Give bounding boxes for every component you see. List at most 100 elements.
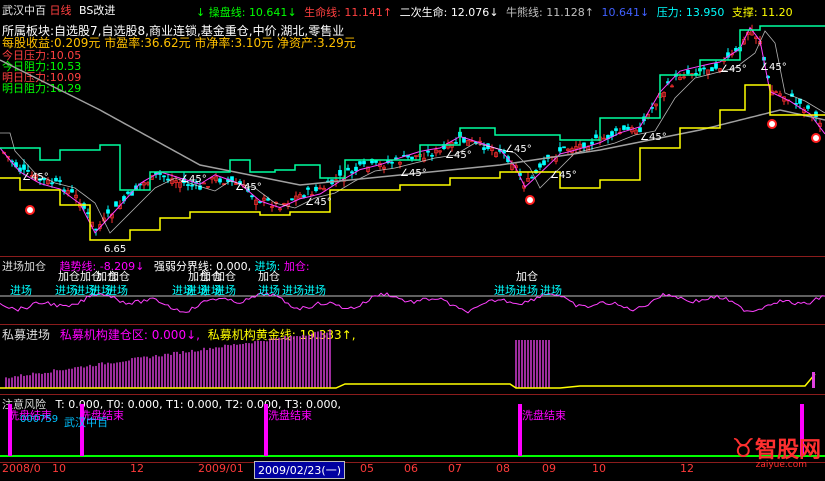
candle-body bbox=[622, 125, 626, 130]
candle-body bbox=[126, 191, 130, 194]
candle-body bbox=[710, 67, 714, 72]
candle-body bbox=[390, 161, 394, 164]
candle-body bbox=[22, 164, 26, 170]
angle-label: ∠45° bbox=[505, 144, 532, 155]
candle-body bbox=[542, 160, 546, 166]
bull-icon: ♉ bbox=[731, 434, 755, 464]
candle-body bbox=[358, 161, 362, 165]
time-tick: 05 bbox=[360, 462, 374, 475]
time-tick: 12 bbox=[130, 462, 144, 475]
time-tick: 10 bbox=[592, 462, 606, 475]
gold-line bbox=[0, 373, 816, 389]
angle-label: ∠45° bbox=[180, 174, 207, 185]
angle-label: ∠45° bbox=[640, 132, 667, 143]
add-position-signal: 加仓 bbox=[258, 269, 280, 283]
bull-bear-line bbox=[0, 59, 825, 186]
candle-body bbox=[354, 166, 358, 172]
candle-body bbox=[346, 167, 350, 171]
candle-body bbox=[106, 209, 110, 214]
candle-body bbox=[338, 170, 342, 176]
candle-body bbox=[562, 146, 566, 149]
risk-chart[interactable] bbox=[0, 394, 825, 462]
buy-signal-icon bbox=[27, 207, 33, 213]
angle-label: ∠45° bbox=[235, 182, 262, 193]
panel-separator bbox=[0, 256, 825, 257]
candle-body bbox=[306, 187, 310, 190]
candle-body bbox=[594, 134, 598, 139]
candle-body bbox=[454, 142, 458, 144]
brand-url: zaiyue.com bbox=[755, 460, 807, 470]
build-zone-bar bbox=[812, 372, 815, 388]
candle-body bbox=[410, 156, 414, 160]
candle-body bbox=[350, 171, 354, 174]
candle-body bbox=[614, 128, 618, 131]
candle-body bbox=[702, 67, 706, 70]
candle-body bbox=[806, 105, 810, 109]
candle-body bbox=[590, 141, 594, 145]
candle-body bbox=[714, 63, 718, 69]
enter-signal: 进场 bbox=[516, 283, 538, 297]
add-position-signal: 加仓 bbox=[214, 269, 236, 283]
enter-signal: 进场 bbox=[494, 283, 516, 297]
candle-body bbox=[70, 189, 74, 193]
candle-body bbox=[54, 177, 58, 182]
candle-body bbox=[190, 184, 194, 187]
selected-date[interactable]: 2009/02/23(一) bbox=[254, 461, 345, 479]
stock-code: 000759 bbox=[20, 414, 59, 425]
candle-body bbox=[482, 147, 486, 150]
candle-body bbox=[314, 186, 318, 192]
time-tick: 07 bbox=[448, 462, 462, 475]
candle-body bbox=[538, 163, 542, 168]
washout-signal-4: 洗盘结束 bbox=[522, 409, 566, 422]
add-position-signal: 加仓 bbox=[58, 269, 80, 283]
candle-body bbox=[166, 178, 170, 181]
low-price-label: 6.65 bbox=[104, 244, 126, 255]
candle-body bbox=[290, 198, 294, 201]
buy-signal-icon bbox=[527, 197, 533, 203]
angle-label: ∠45° bbox=[550, 170, 577, 181]
time-tick: 2008/0 bbox=[2, 462, 41, 475]
time-tick: 12 bbox=[680, 462, 694, 475]
enter-signal: 进场 bbox=[258, 283, 280, 297]
candle-body bbox=[162, 175, 166, 178]
candle-body bbox=[114, 201, 118, 207]
enter-signal: 进场 bbox=[10, 283, 32, 297]
candle-body bbox=[158, 172, 162, 175]
price-chart[interactable]: ∠45° ∠45° ∠45° ∠45° ∠45° ∠45° ∠45° ∠45° ∠45° ∠45°… bbox=[0, 0, 825, 256]
candle-body bbox=[58, 180, 62, 182]
candle-body bbox=[218, 178, 222, 183]
angle-label: ∠45° bbox=[760, 62, 787, 73]
time-tick: 08 bbox=[496, 462, 510, 475]
candle-body bbox=[686, 70, 690, 74]
washout-signal-3: 洗盘结束 bbox=[268, 409, 312, 422]
time-tick: 10 bbox=[52, 462, 66, 475]
angle-label: ∠45° bbox=[445, 150, 472, 161]
stock-name-overlay: 武汉中百 bbox=[64, 416, 108, 429]
support-step-line bbox=[0, 84, 825, 241]
add-position-signal: 加仓 bbox=[108, 269, 130, 283]
candle-body bbox=[558, 147, 562, 152]
enter-signal: 进场 bbox=[540, 283, 562, 297]
time-tick: 09 bbox=[542, 462, 556, 475]
time-tick: 06 bbox=[404, 462, 418, 475]
candle-body bbox=[430, 154, 434, 157]
enter-add-chart[interactable]: 加仓 加仓加仓加仓 加仓加仓加仓 加仓 加仓进场 进场进场进场进场 进场进场进场进场 进场 进场… bbox=[0, 258, 825, 324]
add-position-signal: 加仓 bbox=[516, 269, 538, 283]
candle-body bbox=[374, 160, 378, 163]
candle-body bbox=[530, 176, 534, 179]
candle-body bbox=[626, 126, 630, 130]
candle-body bbox=[426, 150, 430, 153]
candle-body bbox=[250, 195, 254, 198]
candle-body bbox=[50, 182, 54, 185]
angle-label: ∠45° bbox=[400, 168, 427, 179]
enter-signal: 进场 bbox=[106, 283, 128, 297]
buy-signal-icon bbox=[769, 121, 775, 127]
angle-label: ∠45° bbox=[720, 64, 747, 75]
pressure-step-line bbox=[0, 25, 825, 191]
enter-signal: 进场 bbox=[214, 283, 236, 297]
private-fund-chart[interactable] bbox=[0, 324, 825, 394]
enter-signal: 进场 bbox=[304, 283, 326, 297]
enter-signal: 进场 bbox=[282, 283, 304, 297]
candle-body bbox=[86, 212, 90, 215]
angle-label: ∠45° bbox=[305, 197, 332, 208]
